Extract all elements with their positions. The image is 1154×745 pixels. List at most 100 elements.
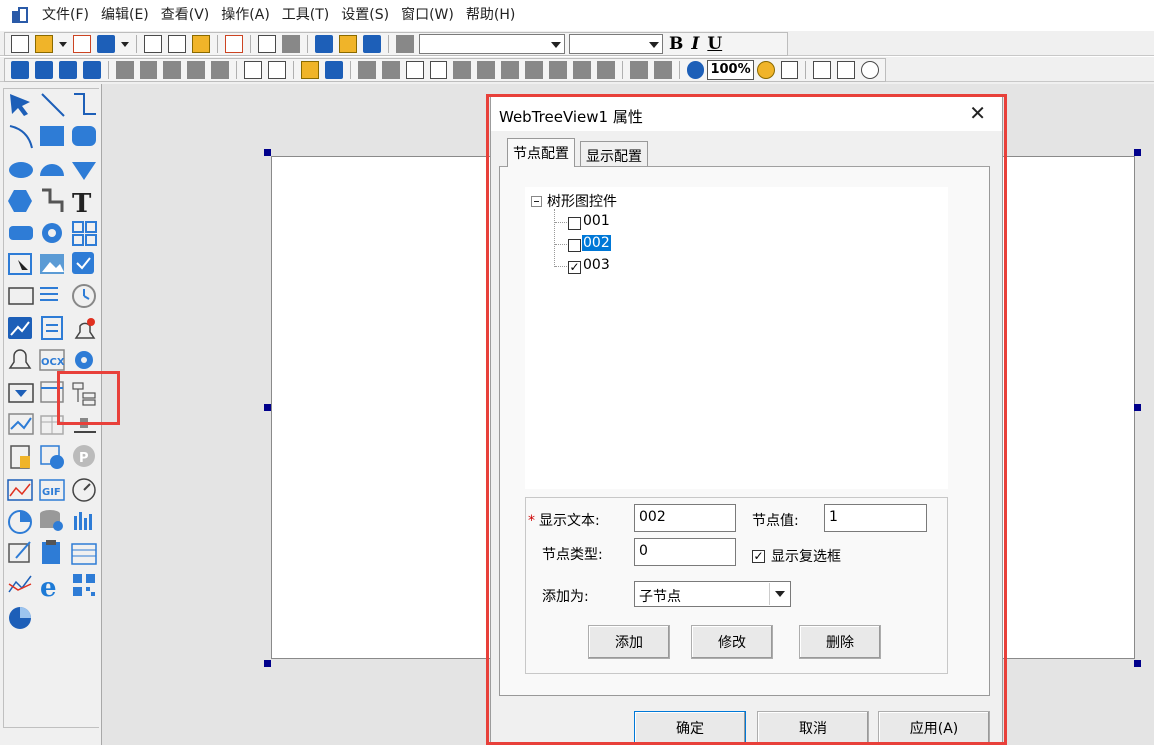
menu-tools[interactable]: 工具(T) (276, 0, 335, 30)
align-center-icon[interactable] (405, 61, 424, 79)
menu-edit[interactable]: 编辑(E) (95, 0, 155, 30)
rotate-right-icon[interactable] (163, 61, 182, 79)
fullscreen-icon[interactable] (837, 61, 856, 79)
grid-tool-icon[interactable] (72, 221, 97, 246)
forward-icon[interactable] (58, 61, 77, 79)
spreadsheet-tool-icon[interactable] (7, 479, 33, 501)
button-tool-icon[interactable] (9, 226, 33, 240)
space-v-icon[interactable] (653, 61, 672, 79)
align-middle-icon[interactable] (477, 61, 496, 79)
fit-window-icon[interactable] (813, 61, 832, 79)
undo-icon[interactable] (258, 35, 276, 53)
resize-handle[interactable] (264, 149, 271, 156)
delete-icon[interactable] (225, 35, 243, 53)
same-size-icon[interactable] (596, 61, 615, 79)
line-tool-icon[interactable] (41, 93, 65, 117)
rotate-icon[interactable] (115, 61, 134, 79)
recipe-tool-icon[interactable] (10, 445, 30, 469)
distribute-v-icon[interactable] (525, 61, 544, 79)
alarm-bell-icon[interactable] (8, 349, 32, 369)
close-file-icon[interactable] (73, 35, 91, 53)
new-file-icon[interactable] (11, 35, 29, 53)
group-icon[interactable] (315, 35, 333, 53)
label-tool-icon[interactable] (8, 287, 34, 305)
window-icon[interactable] (268, 61, 286, 79)
pointer-tool-icon[interactable] (10, 94, 30, 116)
cut-icon[interactable] (144, 35, 162, 53)
backward-icon[interactable] (82, 61, 101, 79)
copy-icon[interactable] (168, 35, 186, 53)
rounded-rect-tool-icon[interactable] (72, 126, 96, 146)
chord-tool-icon[interactable] (40, 164, 64, 176)
bring-front-icon[interactable] (11, 61, 29, 79)
clipboard-tool-icon[interactable] (42, 540, 60, 564)
pie3d-tool-icon[interactable] (9, 607, 31, 629)
arc-tool-icon[interactable] (9, 125, 33, 149)
image-tool-icon[interactable] (40, 254, 64, 274)
resize-handle[interactable] (1134, 660, 1141, 667)
flip-v-icon[interactable] (211, 61, 230, 79)
menu-view[interactable]: 查看(V) (155, 0, 216, 30)
split-icon[interactable] (324, 61, 343, 79)
edit-tool-icon[interactable] (8, 541, 31, 563)
rectangle-tool-icon[interactable] (40, 126, 64, 146)
gear-tool-icon[interactable] (42, 223, 62, 243)
checkbox-tool-icon[interactable] (72, 252, 94, 274)
properties-icon[interactable] (363, 35, 381, 53)
datagrid-tool-icon[interactable] (71, 543, 97, 565)
resize-handle[interactable] (264, 404, 271, 411)
align-right-icon[interactable] (381, 61, 400, 79)
ocx-tool-icon[interactable]: OCX (39, 349, 65, 371)
clock-tool-icon[interactable] (72, 284, 96, 308)
menu-file[interactable]: 文件(F) (36, 0, 95, 30)
qrcode-tool-icon[interactable] (73, 574, 95, 596)
tab-node-config[interactable]: 节点配置 (507, 138, 575, 167)
dropdown-arrow-icon[interactable] (59, 35, 67, 53)
database-tool-icon[interactable] (40, 510, 63, 531)
alarm-tool-icon[interactable] (74, 318, 96, 339)
save-icon[interactable] (97, 35, 115, 53)
pipe-tool-icon[interactable] (42, 188, 64, 212)
combobox-tool-icon[interactable] (8, 383, 34, 403)
browser-tool-icon[interactable]: e (40, 573, 57, 603)
chart-tool-icon[interactable] (8, 413, 34, 435)
gif-tool-icon[interactable]: GIF (39, 479, 65, 501)
same-width-icon[interactable] (549, 61, 567, 79)
ellipse-tool-icon[interactable] (9, 162, 33, 178)
font-size-select[interactable] (569, 34, 663, 54)
line-chart-tool-icon[interactable] (8, 575, 32, 593)
pie-chart-tool-icon[interactable] (8, 510, 32, 534)
list-tool-icon[interactable] (40, 287, 58, 301)
select-tool-icon[interactable] (8, 253, 32, 275)
text-tool-icon[interactable]: T (72, 189, 92, 219)
align-left-icon[interactable] (357, 61, 376, 79)
font-name-select[interactable] (419, 34, 565, 54)
lock-icon[interactable] (244, 61, 263, 79)
combine-icon[interactable] (300, 61, 319, 79)
menu-settings[interactable]: 设置(S) (335, 0, 395, 30)
resize-handle[interactable] (1134, 404, 1141, 411)
menu-action[interactable]: 操作(A) (215, 0, 276, 30)
polyline-tool-icon[interactable] (74, 93, 96, 115)
same-height-icon[interactable] (572, 61, 591, 79)
menu-help[interactable]: 帮助(H) (460, 0, 521, 30)
space-h-icon[interactable] (629, 61, 648, 79)
polygon-tool-icon[interactable] (8, 190, 32, 212)
zoom-fit-icon[interactable] (780, 61, 799, 79)
resize-handle[interactable] (264, 660, 271, 667)
zoom-in-icon[interactable] (686, 61, 705, 79)
save-dropdown-icon[interactable] (121, 35, 129, 53)
italic-button[interactable]: I (691, 34, 699, 54)
schedule-tool-icon[interactable] (40, 445, 64, 469)
distribute-h-icon[interactable] (501, 61, 520, 79)
trend-tool-icon[interactable] (8, 317, 32, 339)
zoom-level[interactable]: 100% (707, 60, 754, 80)
underline-button[interactable]: U (707, 34, 722, 54)
align-bottom-icon[interactable] (453, 61, 472, 79)
pie-tool-icon[interactable] (72, 162, 96, 180)
bold-button[interactable]: B (669, 34, 683, 54)
redo-icon[interactable] (282, 35, 300, 53)
send-back-icon[interactable] (34, 61, 53, 79)
zoom-out-icon[interactable] (756, 61, 775, 79)
ungroup-icon[interactable] (339, 35, 357, 53)
